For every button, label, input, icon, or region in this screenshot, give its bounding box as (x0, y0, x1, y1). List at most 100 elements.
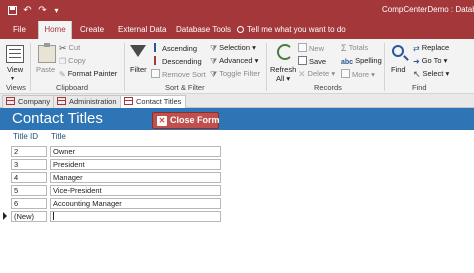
title-cell[interactable]: Manager (50, 172, 221, 183)
toggle-filter-button[interactable]: ⧩ Toggle Filter (210, 69, 260, 79)
table-row: 3 President (0, 158, 222, 171)
redo-icon[interactable]: ↷ (36, 4, 49, 17)
save-record-icon (298, 56, 307, 65)
ascending-label: Ascending (162, 44, 198, 53)
record-selector[interactable] (0, 197, 10, 210)
doc-tab-contact-titles[interactable]: Contact Titles (120, 95, 187, 109)
more-button[interactable]: More ▾ (341, 69, 375, 80)
sort-ascending-icon (151, 43, 160, 52)
title-cell[interactable]: Vice-President (50, 185, 221, 196)
selection-icon: ⧩ (210, 44, 218, 53)
column-header-title-id: Title ID (13, 132, 39, 141)
filter-button[interactable]: Filter (130, 65, 147, 75)
record-selector[interactable] (0, 210, 10, 223)
select-label: Select (422, 69, 444, 78)
title-id-cell[interactable]: 6 (11, 198, 47, 209)
table-row: 5 Vice-President (0, 184, 222, 197)
delete-icon: ✕ (298, 69, 306, 79)
more-label: More (352, 70, 370, 79)
undo-icon[interactable]: ↶ (21, 4, 34, 17)
refresh-icon[interactable] (277, 44, 293, 60)
form-icon (57, 97, 66, 105)
record-selector[interactable] (0, 184, 10, 197)
selection-button[interactable]: ⧩ Selection ▾ (210, 43, 256, 53)
group-sort-filter-label: Sort & Filter (165, 83, 205, 92)
cut-label: Cut (68, 43, 81, 52)
save-icon[interactable] (6, 4, 19, 17)
new-record-icon (298, 43, 307, 52)
title-id-cell[interactable]: 3 (11, 159, 47, 170)
table-row: 2 Owner (0, 145, 222, 158)
ascending-button[interactable]: Ascending (151, 43, 197, 54)
descending-button[interactable]: Descending (151, 56, 202, 67)
doc-tab-administration[interactable]: Administration (53, 95, 122, 108)
sort-descending-icon (151, 56, 160, 65)
title-id-cell[interactable]: 4 (11, 172, 47, 183)
refresh-all-label: All ▾ (276, 74, 291, 83)
title-id-cell[interactable]: 2 (11, 146, 47, 157)
new-record-button[interactable]: New (298, 43, 324, 54)
format-painter-label: Format Painter (67, 69, 118, 78)
title-input[interactable] (50, 211, 221, 222)
column-header-title: Title (51, 132, 66, 141)
title-id-cell[interactable]: 5 (11, 185, 47, 196)
more-icon (341, 69, 350, 78)
advanced-button[interactable]: ⧩ Advanced ▾ (210, 56, 258, 66)
toggle-filter-label: Toggle Filter (219, 69, 260, 78)
go-to-icon: ➜ (413, 57, 420, 66)
tab-external-data[interactable]: External Data (115, 21, 169, 39)
spelling-button[interactable]: abc Spelling (341, 56, 382, 67)
group-find-label: Find (412, 83, 427, 92)
separator (384, 43, 385, 91)
delete-record-button[interactable]: ✕ Delete ▾ (298, 69, 335, 79)
paste-icon[interactable] (38, 43, 56, 63)
table-row: 6 Accounting Manager (0, 197, 222, 210)
save-label: Save (309, 57, 327, 66)
document-tabs: Company Administration Contact Titles (0, 94, 474, 109)
brush-icon: ✎ (59, 70, 66, 79)
view-icon[interactable] (6, 45, 24, 63)
doc-tab-company[interactable]: Company (2, 95, 56, 108)
customize-quick-access-icon[interactable]: ▾ (50, 4, 63, 17)
tab-create[interactable]: Create (77, 21, 107, 39)
format-painter-button[interactable]: ✎ Format Painter (59, 69, 117, 79)
find-button[interactable]: Find (391, 65, 406, 75)
group-views-label: Views (6, 83, 26, 92)
refresh-all-label-line2: All (276, 74, 285, 83)
cut-button[interactable]: ✂ Cut (59, 43, 80, 53)
tell-me-search[interactable]: Tell me what you want to do (237, 21, 346, 39)
close-form-label: Close Form (170, 115, 220, 125)
close-form-button[interactable]: ✕ Close Form (152, 112, 220, 129)
record-selector[interactable] (0, 145, 10, 158)
record-selector[interactable] (0, 158, 10, 171)
form-title: Contact Titles (12, 110, 103, 127)
ribbon-tab-row: File Home Create External Data Database … (0, 21, 474, 39)
copy-label: Copy (68, 56, 86, 65)
totals-button[interactable]: Σ Totals (341, 43, 368, 53)
paste-button[interactable]: Paste (36, 65, 55, 75)
replace-button[interactable]: ⇄ Replace (413, 43, 449, 53)
table-row: 4 Manager (0, 171, 222, 184)
ribbon: View ▾ Views Paste ✂ Cut ❐ Copy ✎ Format Pa… (0, 39, 474, 94)
title-cell[interactable]: Owner (50, 146, 221, 157)
tab-database-tools[interactable]: Database Tools (173, 21, 234, 39)
tab-home[interactable]: Home (38, 21, 72, 39)
text-caret (53, 212, 54, 220)
save-record-button[interactable]: Save (298, 56, 326, 67)
record-selector[interactable] (0, 171, 10, 184)
tab-file[interactable]: File (10, 21, 29, 39)
select-button[interactable]: ↖ Select ▾ (413, 69, 449, 79)
title-id-cell[interactable]: (New) (11, 211, 47, 222)
delete-label: Delete (307, 69, 330, 78)
title-cell[interactable]: Accounting Manager (50, 198, 221, 209)
advanced-icon: ⧩ (210, 57, 218, 66)
group-clipboard-label: Clipboard (56, 83, 89, 92)
sigma-icon: Σ (341, 43, 347, 53)
copy-button[interactable]: ❐ Copy (59, 56, 86, 66)
filter-icon[interactable] (130, 45, 146, 57)
title-cell[interactable]: President (50, 159, 221, 170)
find-icon[interactable] (392, 45, 404, 57)
remove-sort-button[interactable]: Remove Sort (151, 69, 206, 80)
go-to-button[interactable]: ➜ Go To ▾ (413, 56, 447, 66)
view-button[interactable]: View (7, 65, 23, 75)
